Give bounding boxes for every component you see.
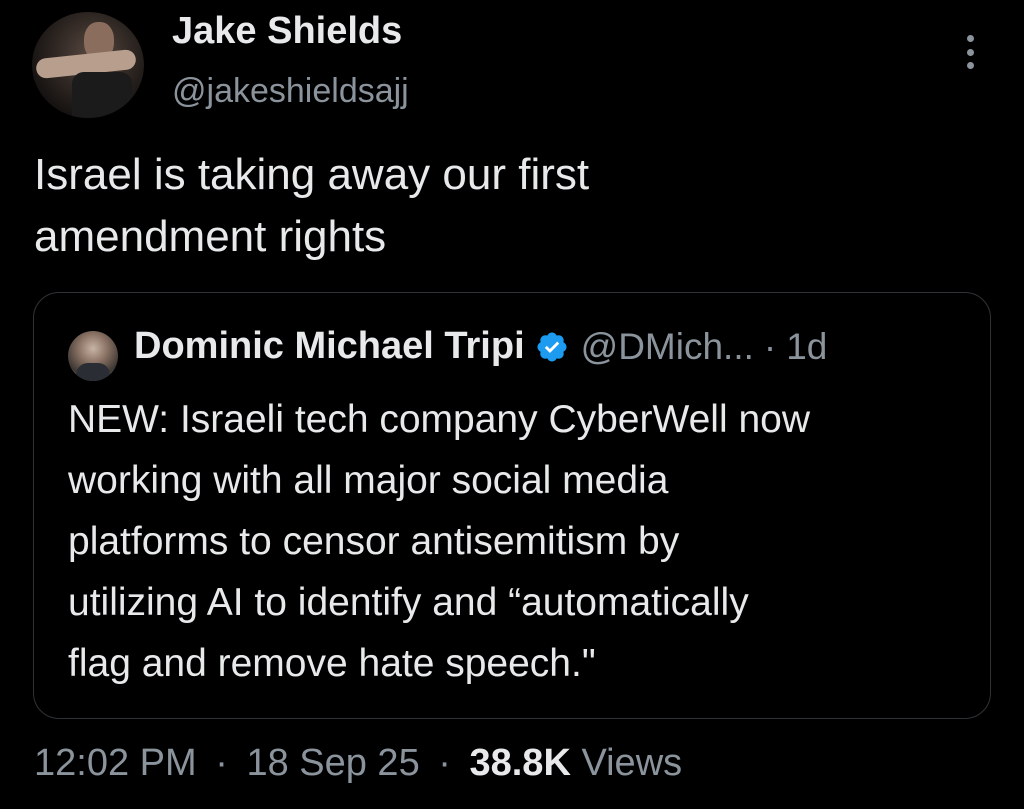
separator: · — [763, 325, 777, 367]
author-name[interactable]: Jake Shields — [172, 10, 402, 53]
quote-author-name: Dominic Michael Tripi — [134, 325, 525, 367]
tweet-text-line: amendment rights — [34, 212, 387, 261]
more-vertical-icon — [966, 35, 974, 69]
quote-author-handle: @DMich... — [580, 325, 754, 367]
quote-text: NEW: Israeli tech company CyberWell now … — [68, 389, 968, 694]
author-handle[interactable]: @jakeshieldsajj — [172, 72, 409, 111]
more-options-button[interactable] — [950, 30, 990, 74]
tweet-text: Israel is taking away our first amendmen… — [34, 144, 934, 268]
quote-author-avatar — [68, 331, 118, 381]
quote-text-line: utilizing AI to identify and “automatica… — [68, 581, 749, 624]
author-avatar[interactable] — [32, 12, 144, 118]
tweet: Jake Shields @jakeshieldsajj Israel is t… — [0, 0, 1024, 809]
quote-text-line: working with all major social media — [68, 459, 669, 502]
avatar-shirt — [72, 72, 132, 118]
tweet-date[interactable]: 18 Sep 25 — [246, 742, 419, 784]
separator: · — [438, 742, 451, 784]
views-label: Views — [581, 742, 683, 784]
tweet-meta: 12:02 PM · 18 Sep 25 · 38.8K Views — [34, 742, 682, 785]
quoted-tweet-card[interactable]: Dominic Michael Tripi @DMich... · 1d NEW… — [33, 292, 991, 719]
quote-timestamp: 1d — [786, 325, 828, 367]
separator: · — [215, 742, 228, 784]
quote-text-line: flag and remove hate speech." — [68, 642, 596, 685]
views-count[interactable]: 38.8K — [469, 742, 570, 784]
tweet-time[interactable]: 12:02 PM — [34, 742, 197, 784]
quote-header: Dominic Michael Tripi @DMich... · 1d — [134, 325, 827, 368]
tweet-text-line: Israel is taking away our first — [34, 150, 590, 199]
verified-badge-icon — [537, 331, 567, 362]
quote-text-line: platforms to censor antisemitism by — [68, 520, 680, 563]
quote-text-line: NEW: Israeli tech company CyberWell now — [68, 398, 810, 441]
